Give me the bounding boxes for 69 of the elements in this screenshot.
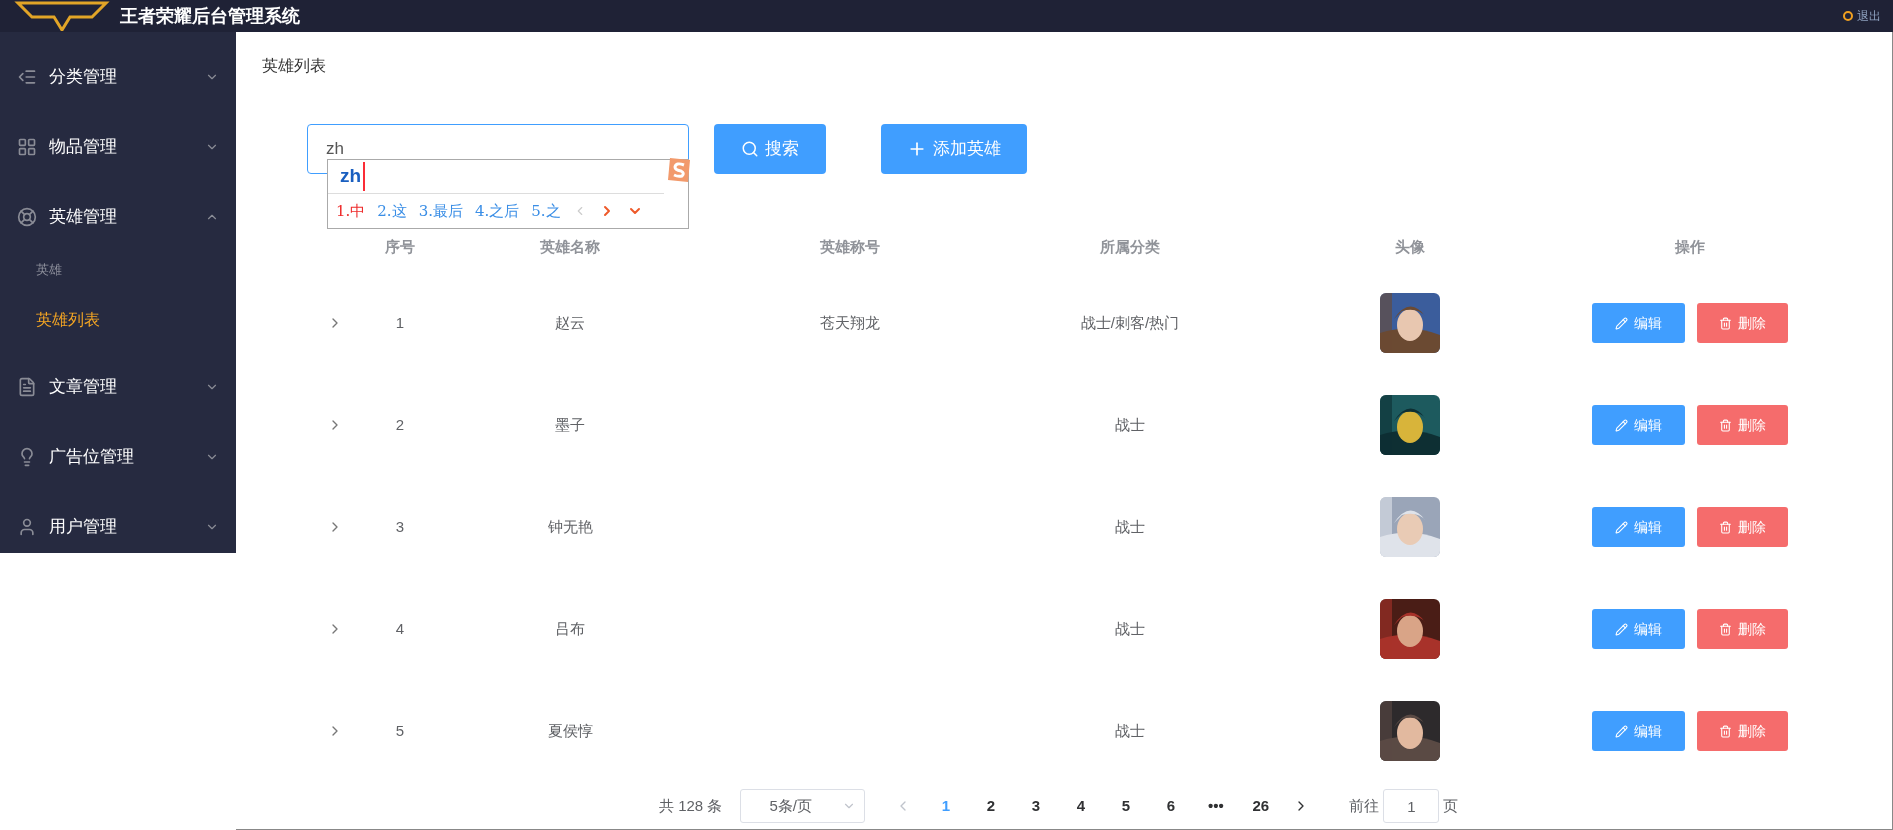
ime-composition: zh	[340, 162, 366, 191]
menu-item[interactable]: 广告位管理	[0, 422, 236, 492]
page-number[interactable]: 6	[1148, 794, 1194, 818]
page-number[interactable]: 4	[1058, 794, 1104, 818]
ring-icon	[17, 207, 37, 227]
menu-group-label: 英雄	[35, 261, 63, 280]
logo-icon	[12, 1, 112, 31]
table-cell-text: 墨子	[555, 414, 585, 435]
menu-item[interactable]: 英雄管理	[0, 182, 236, 252]
page-number[interactable]: 2	[968, 794, 1014, 818]
table-cell-text: 战士	[1115, 618, 1145, 639]
page-number[interactable]: •••	[1193, 794, 1239, 818]
trash-icon	[1719, 724, 1732, 738]
grid-icon	[17, 137, 37, 157]
ime-candidate[interactable]: 3.最后	[418, 199, 463, 223]
search-icon	[741, 140, 759, 158]
pencil-icon	[1615, 316, 1628, 330]
table-cell-text: 吕布	[555, 618, 585, 639]
table-cell-text: 苍天翔龙	[820, 312, 880, 333]
breadcrumb: 英雄列表	[262, 56, 326, 76]
table-cell-text: 战士	[1115, 720, 1145, 741]
menu-item[interactable]: 分类管理	[0, 42, 236, 112]
table-cell-text: 1	[395, 312, 405, 333]
column-header: 英雄名称	[539, 236, 601, 257]
ime-candidate[interactable]: 1.中	[336, 199, 366, 223]
document-icon	[17, 377, 37, 397]
table-cell-text: 3	[395, 516, 405, 537]
logout-icon	[1843, 11, 1853, 21]
trash-icon	[1719, 622, 1732, 636]
ime-candidate[interactable]: 5.之	[531, 199, 561, 223]
pencil-icon	[1615, 520, 1628, 534]
trash-icon	[1719, 418, 1732, 432]
total-count: 共 128 条	[659, 795, 723, 816]
page-size-select[interactable]: 5条/页	[740, 789, 866, 823]
list-icon	[17, 67, 37, 87]
page-jump-field[interactable]: 1	[1383, 789, 1440, 823]
menu-item[interactable]: 文章管理	[0, 352, 236, 422]
ime-candidate[interactable]: 2.这	[377, 199, 407, 223]
menu-item[interactable]: 物品管理	[0, 112, 236, 182]
goto-label: 前往	[1349, 795, 1380, 816]
table-cell-text: 战士/刺客/热门	[1080, 312, 1180, 333]
trash-icon	[1719, 316, 1732, 330]
trash-icon	[1719, 520, 1732, 534]
page-number[interactable]: 5	[1103, 794, 1149, 818]
column-header: 操作	[1674, 236, 1706, 257]
column-header: 头像	[1394, 236, 1426, 257]
pencil-icon	[1615, 724, 1628, 738]
logout-link[interactable]: 退出	[1857, 7, 1881, 25]
page-number[interactable]: 26	[1238, 794, 1284, 818]
page-number[interactable]: 3	[1013, 794, 1059, 818]
table-cell-text: 4	[395, 618, 405, 639]
pencil-icon	[1615, 418, 1628, 432]
app-title: 王者荣耀后台管理系统	[120, 4, 300, 28]
user-icon	[17, 517, 37, 537]
table-cell-text: 赵云	[555, 312, 585, 333]
ime-candidate[interactable]: 4.之后	[474, 199, 520, 223]
table-cell-text: 夏侯惇	[547, 720, 593, 741]
table-cell-text: 战士	[1115, 414, 1145, 435]
column-header: 所属分类	[1099, 236, 1161, 257]
table-cell-text: 2	[395, 414, 405, 435]
column-header: 英雄称号	[819, 236, 881, 257]
table-cell-text: 钟无艳	[547, 516, 593, 537]
menu-item[interactable]: 用户管理	[0, 492, 236, 562]
column-header: 序号	[384, 236, 416, 257]
pencil-icon	[1615, 622, 1628, 636]
table-cell-text: 战士	[1115, 516, 1145, 537]
page-unit: 页	[1443, 795, 1459, 816]
submenu-item[interactable]: 英雄列表	[0, 288, 236, 352]
table-cell-text: 5	[395, 720, 405, 741]
